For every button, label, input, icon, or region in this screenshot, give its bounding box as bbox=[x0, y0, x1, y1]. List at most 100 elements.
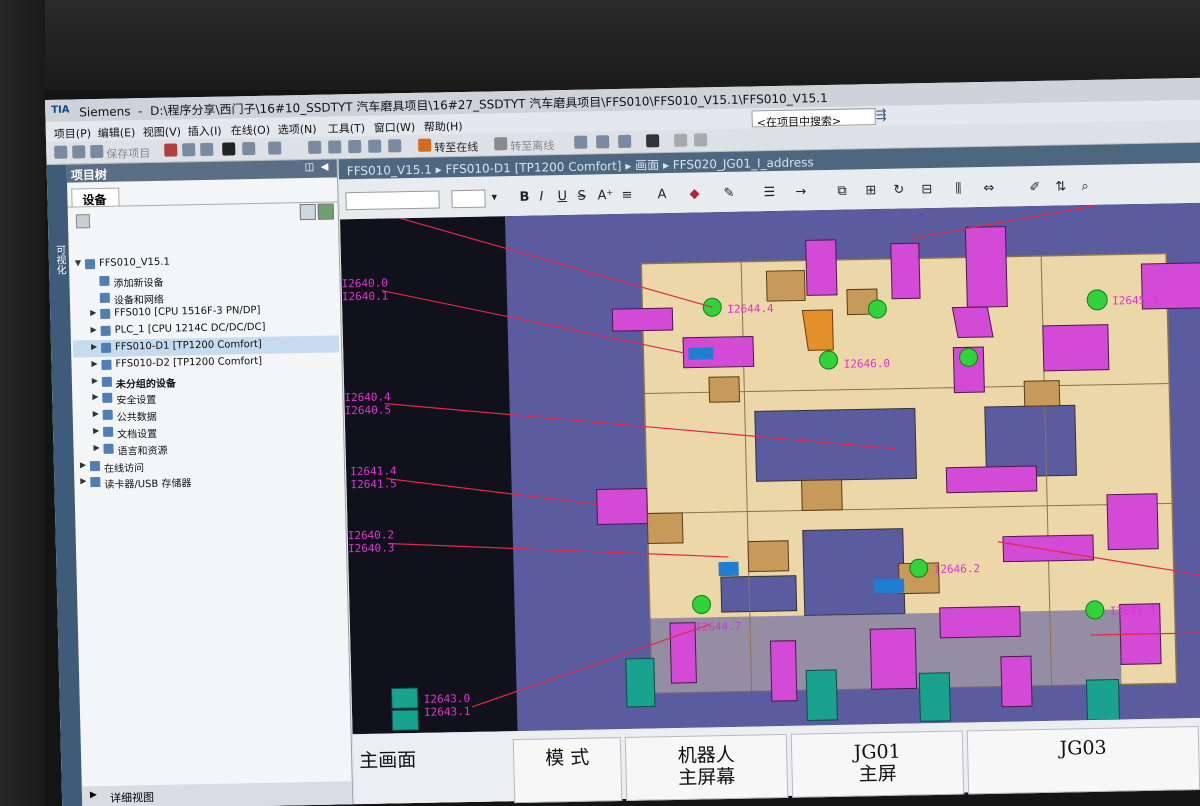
undo-icon[interactable] bbox=[242, 141, 256, 156]
menu-online[interactable]: 在线(O) bbox=[231, 122, 271, 139]
nav-robot-main[interactable]: 机器人 主屏幕 bbox=[624, 733, 789, 801]
open-project-icon[interactable] bbox=[72, 145, 86, 159]
fill-color-icon[interactable]: ◆ bbox=[689, 186, 699, 201]
expand-arrow-icon[interactable]: ▶ bbox=[93, 409, 99, 418]
menu-view[interactable]: 视图(V) bbox=[143, 123, 181, 140]
expand-arrow-icon[interactable]: ▶ bbox=[93, 443, 99, 452]
expand-arrow-icon[interactable]: ▶ bbox=[93, 426, 99, 435]
tree-node-icon bbox=[102, 393, 113, 404]
save-icon[interactable] bbox=[90, 144, 104, 159]
expand-arrow-icon[interactable]: ▶ bbox=[80, 477, 86, 486]
start-cpu-icon[interactable] bbox=[596, 135, 610, 149]
expand-arrow-icon[interactable]: ▶ bbox=[90, 308, 96, 317]
clamp-part bbox=[1042, 324, 1110, 372]
menu-tools[interactable]: 工具(T) bbox=[328, 120, 366, 137]
font-size-dropdown-icon[interactable]: ▾ bbox=[491, 190, 497, 203]
support-block bbox=[646, 512, 684, 545]
font-case-icon[interactable]: A⁺ bbox=[597, 188, 613, 203]
sort-icon[interactable]: ⇅ bbox=[1055, 179, 1066, 194]
nav-jg01-main[interactable]: JG01 主屏 bbox=[790, 730, 965, 798]
proximity-sensor[interactable] bbox=[702, 297, 722, 317]
collapse-panel-icon[interactable]: ◀ bbox=[321, 162, 329, 173]
proximity-sensor[interactable] bbox=[692, 594, 712, 614]
expand-arrow-icon[interactable]: ▶ bbox=[92, 392, 98, 401]
refresh-tree-icon[interactable] bbox=[317, 203, 335, 220]
cut-icon[interactable] bbox=[164, 143, 178, 157]
distribute-horizontal-icon[interactable]: ⫼ bbox=[955, 181, 961, 196]
proximity-sensor[interactable] bbox=[867, 299, 887, 319]
overview-grid-icon[interactable] bbox=[299, 203, 317, 221]
proximity-sensor[interactable] bbox=[959, 347, 979, 367]
simulate-icon[interactable] bbox=[368, 139, 382, 153]
split-horizontal-icon[interactable] bbox=[674, 133, 688, 147]
copy-icon[interactable] bbox=[182, 143, 196, 157]
redo-icon[interactable] bbox=[268, 141, 282, 155]
menu-project[interactable]: 项目(P) bbox=[54, 125, 92, 142]
proximity-sensor[interactable] bbox=[1086, 289, 1108, 311]
menu-window[interactable]: 窗口(W) bbox=[374, 119, 416, 136]
tree-node-icon bbox=[102, 409, 113, 421]
go-offline-icon[interactable] bbox=[494, 137, 508, 151]
monitor-icon[interactable] bbox=[388, 139, 402, 153]
pin-icon[interactable]: ◫ bbox=[305, 162, 315, 173]
align-objects-icon[interactable]: ⊞ bbox=[865, 183, 876, 198]
nav-main-screen[interactable]: 主画面 bbox=[358, 739, 511, 805]
nav-jg03[interactable]: JG03 bbox=[966, 725, 1200, 795]
font-color-icon[interactable]: A bbox=[657, 187, 666, 202]
expand-arrow-icon[interactable]: ▶ bbox=[92, 376, 98, 385]
paste-icon[interactable] bbox=[200, 142, 214, 157]
stop-cpu-icon[interactable] bbox=[618, 134, 632, 149]
address-label: I2640.2 bbox=[348, 528, 395, 542]
distribute-vertical-icon[interactable]: ⇔ bbox=[983, 181, 994, 196]
proximity-sensor[interactable] bbox=[909, 558, 929, 578]
go-offline-button[interactable]: 转至离线 bbox=[510, 137, 554, 154]
compile-icon[interactable] bbox=[308, 140, 322, 154]
tree-toolbar-icon[interactable] bbox=[75, 214, 91, 229]
line-style-icon[interactable]: ☰ bbox=[763, 185, 775, 200]
proximity-sensor[interactable] bbox=[819, 350, 839, 370]
zoom-icon[interactable]: ⌕ bbox=[1081, 179, 1089, 194]
layer-icon[interactable]: ⧉ bbox=[837, 184, 847, 199]
delete-icon[interactable] bbox=[222, 142, 236, 156]
expand-details-icon[interactable]: ▶ bbox=[90, 790, 97, 800]
group-icon[interactable]: ⊟ bbox=[921, 182, 932, 197]
menu-help[interactable]: 帮助(H) bbox=[424, 118, 463, 135]
save-project-button[interactable]: 保存项目 bbox=[106, 145, 150, 162]
download-icon[interactable] bbox=[328, 140, 342, 154]
go-online-icon[interactable] bbox=[418, 138, 432, 152]
accessible-devices-icon[interactable] bbox=[574, 135, 588, 149]
split-vertical-icon[interactable] bbox=[694, 133, 708, 147]
menu-options[interactable]: 选项(N) bbox=[278, 121, 317, 138]
italic-icon[interactable]: I bbox=[539, 189, 543, 204]
align-text-icon[interactable]: ≡ bbox=[621, 188, 632, 203]
new-project-icon[interactable] bbox=[54, 145, 68, 159]
format-painter-icon[interactable]: ✐ bbox=[1029, 180, 1040, 195]
menu-insert[interactable]: 插入(I) bbox=[188, 123, 222, 140]
close-view-icon[interactable] bbox=[646, 134, 660, 148]
details-view-bar[interactable]: ▶ 详细视图 bbox=[81, 781, 353, 806]
nav-mode[interactable]: 模 式 bbox=[512, 737, 623, 804]
font-size-select[interactable] bbox=[451, 189, 486, 209]
devices-tab[interactable]: 设备 bbox=[71, 187, 120, 208]
expand-arrow-icon[interactable]: ▶ bbox=[91, 325, 97, 334]
underline-icon[interactable]: U bbox=[557, 189, 567, 204]
line-end-icon[interactable]: → bbox=[795, 184, 806, 199]
menu-edit[interactable]: 编辑(E) bbox=[98, 124, 136, 141]
proximity-sensor[interactable] bbox=[1085, 600, 1105, 620]
font-family-select[interactable] bbox=[345, 190, 440, 211]
go-online-button[interactable]: 转至在线 bbox=[434, 139, 478, 156]
upload-icon[interactable] bbox=[348, 139, 362, 154]
expand-arrow-icon[interactable]: ▶ bbox=[80, 460, 86, 469]
strikethrough-icon[interactable]: S bbox=[577, 189, 586, 204]
status-indicator bbox=[625, 657, 656, 708]
tree-item-label: FFS010-D2 [TP1200 Comfort] bbox=[115, 355, 263, 370]
bold-icon[interactable]: B bbox=[519, 190, 529, 205]
line-color-icon[interactable]: ✎ bbox=[723, 186, 734, 201]
project-search-input[interactable]: <在项目中搜索> bbox=[751, 108, 876, 129]
search-go-icon[interactable]: ⇶ bbox=[875, 108, 886, 123]
expand-arrow-icon[interactable]: ▶ bbox=[91, 359, 97, 368]
address-label: I2640.1 bbox=[342, 289, 389, 303]
collapse-arrow-icon[interactable]: ▼ bbox=[75, 258, 81, 267]
rotate-icon[interactable]: ↻ bbox=[893, 183, 904, 198]
expand-arrow-icon[interactable]: ▶ bbox=[91, 342, 97, 351]
